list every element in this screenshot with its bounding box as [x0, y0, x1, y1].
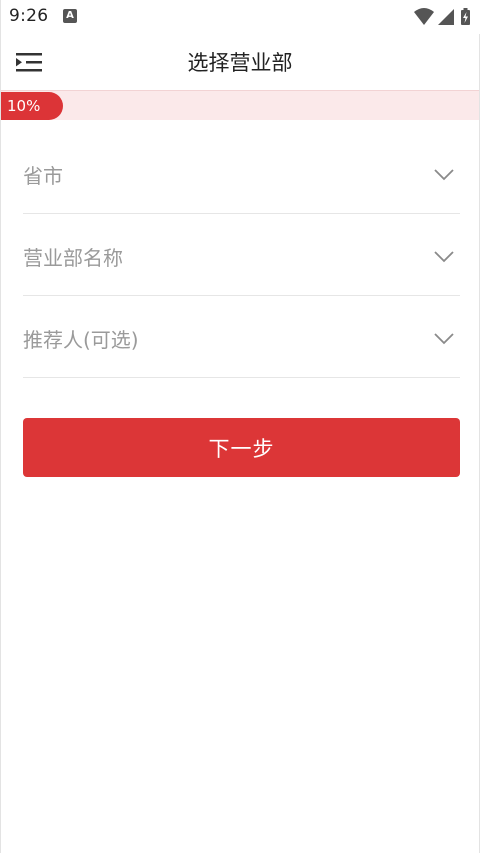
- status-icons: [413, 7, 473, 31]
- wifi-icon: [414, 8, 434, 25]
- branch-name-select[interactable]: 营业部名称: [23, 214, 460, 296]
- branch-form: 省市 营业部名称 推荐人(可选): [23, 132, 460, 378]
- referrer-label: 推荐人(可选): [23, 328, 139, 352]
- app-screen: 9:26 A 选择营业部 10% 省市 营业部名称 推荐人(可选) 下一步: [0, 0, 480, 853]
- a-icon: A: [63, 9, 77, 23]
- status-bar: 9:26 A: [1, 0, 480, 34]
- battery-charging-icon: [461, 8, 470, 25]
- province-city-select[interactable]: 省市: [23, 132, 460, 214]
- status-svg: [414, 8, 470, 25]
- chevron-down-icon: [434, 166, 454, 185]
- signal-icon: [438, 9, 454, 25]
- header: 选择营业部: [1, 34, 479, 90]
- referrer-select[interactable]: 推荐人(可选): [23, 296, 460, 378]
- province-city-label: 省市: [23, 164, 63, 188]
- progress-track: 10%: [1, 90, 479, 120]
- branch-name-label: 营业部名称: [23, 246, 123, 270]
- page-title: 选择营业部: [187, 51, 293, 75]
- chevron-down-icon: [434, 330, 454, 349]
- next-step-button[interactable]: 下一步: [23, 418, 460, 477]
- status-time: 9:26: [9, 6, 49, 26]
- progress-fill: 10%: [1, 92, 63, 120]
- chevron-down-icon: [434, 248, 454, 267]
